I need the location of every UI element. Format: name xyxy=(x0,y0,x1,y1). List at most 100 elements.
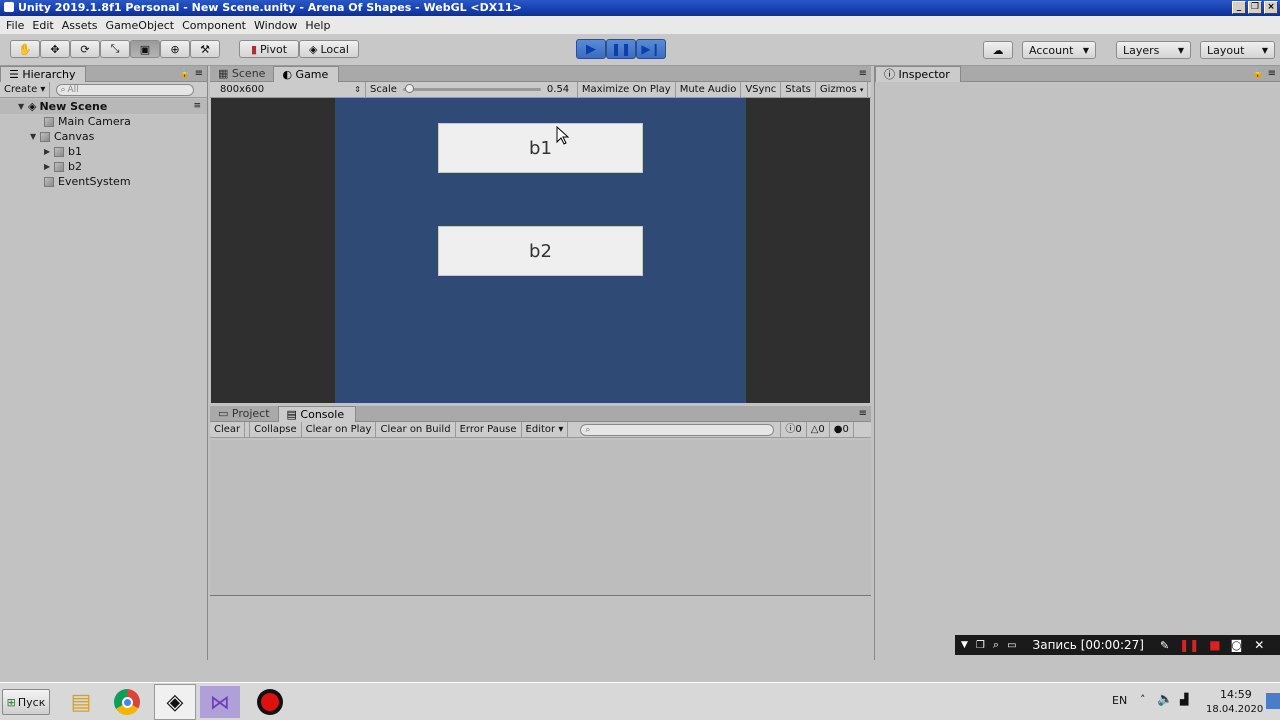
start-button[interactable]: ⊞ Пуск xyxy=(2,689,50,715)
b2-button[interactable]: b2 xyxy=(438,226,643,276)
region-icon[interactable]: ▭ xyxy=(1007,640,1016,651)
list-item[interactable]: ▶ b1 xyxy=(0,144,207,159)
clear-on-build-toggle[interactable]: Clear on Build xyxy=(376,422,456,437)
unity-logo-icon xyxy=(4,2,14,12)
menu-window[interactable]: Window xyxy=(250,19,301,32)
game-panel: ▦ Scene ◐ Game ≡ 800x600 ⇕ Scale 0.54 Max… xyxy=(210,66,871,404)
custom-tool-button[interactable]: ⚒ xyxy=(190,40,220,58)
dropdown-arrow-icon[interactable]: ▼ xyxy=(961,640,968,650)
list-item[interactable]: Main Camera xyxy=(0,114,207,129)
pause-record-icon[interactable]: ❚❚ xyxy=(1179,638,1199,652)
maximize-on-play-toggle[interactable]: Maximize On Play xyxy=(576,82,676,97)
tray-expand-icon[interactable]: ˄ xyxy=(1140,693,1146,706)
menu-edit[interactable]: Edit xyxy=(28,19,57,32)
panel-menu-icon[interactable]: ≡ xyxy=(1268,66,1276,81)
pen-icon[interactable]: ✎ xyxy=(1160,639,1169,652)
info-icon: ⓘ xyxy=(785,424,796,435)
scene-menu-icon[interactable]: ≡ xyxy=(193,99,201,114)
console-icon: ▤ xyxy=(286,408,301,421)
clock-time[interactable]: 14:59 xyxy=(1220,688,1252,701)
inspector-tab-label: Inspector xyxy=(898,68,950,81)
warning-filter-toggle[interactable]: △0 xyxy=(807,422,830,437)
window-icon[interactable]: ❐ xyxy=(976,640,985,651)
layout-dropdown[interactable]: Layout ▼ xyxy=(1200,41,1275,59)
local-button[interactable]: ◈ Local xyxy=(299,40,359,58)
vsync-toggle[interactable]: VSync xyxy=(741,82,782,97)
list-item[interactable]: EventSystem xyxy=(0,174,207,189)
stats-toggle[interactable]: Stats xyxy=(781,82,816,97)
create-dropdown[interactable]: Create ▾ xyxy=(0,82,51,97)
minimize-button[interactable]: _ xyxy=(1232,1,1246,14)
step-icon: ▶❙ xyxy=(641,42,661,56)
panel-menu-icon[interactable]: ≡ xyxy=(859,406,867,421)
restore-button[interactable]: ❐ xyxy=(1248,1,1262,14)
hierarchy-header: ☰ Hierarchy 🔒 ≡ xyxy=(0,66,207,82)
menu-assets[interactable]: Assets xyxy=(58,19,102,32)
close-button[interactable]: × xyxy=(1264,1,1278,14)
rotate-tool-button[interactable]: ⟳ xyxy=(70,40,100,58)
clock-date[interactable]: 18.04.2020 xyxy=(1206,704,1263,715)
zoom-icon[interactable]: ⌕ xyxy=(993,638,999,652)
hand-tool-button[interactable]: ✋ xyxy=(10,40,40,58)
volume-icon[interactable]: 🔈 xyxy=(1157,692,1173,707)
mute-audio-toggle[interactable]: Mute Audio xyxy=(676,82,742,97)
transform-tool-button[interactable]: ⊕ xyxy=(160,40,190,58)
tab-project[interactable]: ▭ Project xyxy=(210,406,278,422)
collapse-toggle[interactable]: Collapse xyxy=(249,422,302,437)
move-tool-button[interactable]: ✥ xyxy=(40,40,70,58)
info-filter-toggle[interactable]: ⓘ0 xyxy=(780,422,807,437)
account-label: Account xyxy=(1029,43,1074,57)
explorer-taskbar-icon[interactable]: ▤ xyxy=(64,686,98,718)
account-dropdown[interactable]: Account ▼ xyxy=(1022,41,1096,59)
transform-icon: ⊕ xyxy=(170,42,180,56)
recorder-taskbar-icon[interactable] xyxy=(250,686,290,718)
lock-icon[interactable]: 🔒 xyxy=(179,66,190,81)
gizmos-dropdown[interactable]: Gizmos ▾ xyxy=(816,82,869,97)
scale-slider-thumb[interactable] xyxy=(405,84,415,93)
tab-inspector[interactable]: ⓘ Inspector xyxy=(875,66,961,82)
chrome-taskbar-icon[interactable] xyxy=(110,686,144,718)
scene-root[interactable]: ▼ ◈ New Scene ≡ xyxy=(0,99,207,114)
close-icon[interactable]: ✕ xyxy=(1254,638,1264,652)
cloud-button[interactable]: ☁ xyxy=(983,41,1013,59)
stop-record-icon[interactable]: ■ xyxy=(1209,638,1220,652)
pivot-button[interactable]: ▮ Pivot xyxy=(239,40,299,58)
resolution-dropdown[interactable]: 800x600 ⇕ xyxy=(210,82,366,97)
console-log-list[interactable] xyxy=(210,440,871,596)
rect-tool-button[interactable]: ▣ xyxy=(130,40,160,58)
tab-game[interactable]: ◐ Game xyxy=(273,66,340,82)
network-icon[interactable]: ▟ xyxy=(1180,693,1188,706)
menu-gameobject[interactable]: GameObject xyxy=(102,19,179,32)
b1-button[interactable]: b1 xyxy=(438,123,643,173)
game-view-canvas[interactable]: b1 b2 xyxy=(335,98,746,403)
error-filter-toggle[interactable]: ●0 xyxy=(830,422,854,437)
tab-console[interactable]: ▤ Console xyxy=(277,406,356,422)
console-search-input[interactable]: ⌕ xyxy=(580,423,775,436)
clear-on-play-toggle[interactable]: Clear on Play xyxy=(302,422,377,437)
error-pause-toggle[interactable]: Error Pause xyxy=(456,422,522,437)
step-button[interactable]: ▶❙ xyxy=(636,39,666,59)
play-button[interactable]: ▶ xyxy=(576,39,606,59)
tab-hierarchy[interactable]: ☰ Hierarchy xyxy=(0,66,86,82)
clear-button[interactable]: Clear xyxy=(210,422,246,437)
scale-tool-button[interactable]: ⤡ xyxy=(100,40,130,58)
unity-taskbar-icon[interactable]: ◈ xyxy=(154,684,196,720)
language-indicator[interactable]: EN xyxy=(1112,694,1127,707)
notifications-icon[interactable] xyxy=(1266,693,1280,709)
pause-button[interactable]: ❚❚ xyxy=(606,39,636,59)
layers-dropdown[interactable]: Layers ▼ xyxy=(1116,41,1191,59)
menu-file[interactable]: File xyxy=(2,19,28,32)
panel-menu-icon[interactable]: ≡ xyxy=(859,66,867,81)
visual-studio-taskbar-icon[interactable]: ⋈ xyxy=(200,686,240,718)
camera-icon[interactable]: ◙ xyxy=(1231,638,1243,652)
panel-menu-icon[interactable]: ≡ xyxy=(195,66,203,81)
list-item[interactable]: ▼ Canvas xyxy=(0,129,207,144)
menu-component[interactable]: Component xyxy=(178,19,250,32)
scale-slider[interactable] xyxy=(402,84,541,93)
lock-icon[interactable]: 🔒 xyxy=(1252,66,1263,81)
menu-help[interactable]: Help xyxy=(301,19,334,32)
tab-scene[interactable]: ▦ Scene xyxy=(210,66,273,82)
hierarchy-search-input[interactable]: ⌕ All xyxy=(56,83,195,96)
list-item[interactable]: ▶ b2 xyxy=(0,159,207,174)
editor-dropdown[interactable]: Editor ▾ xyxy=(522,422,569,437)
